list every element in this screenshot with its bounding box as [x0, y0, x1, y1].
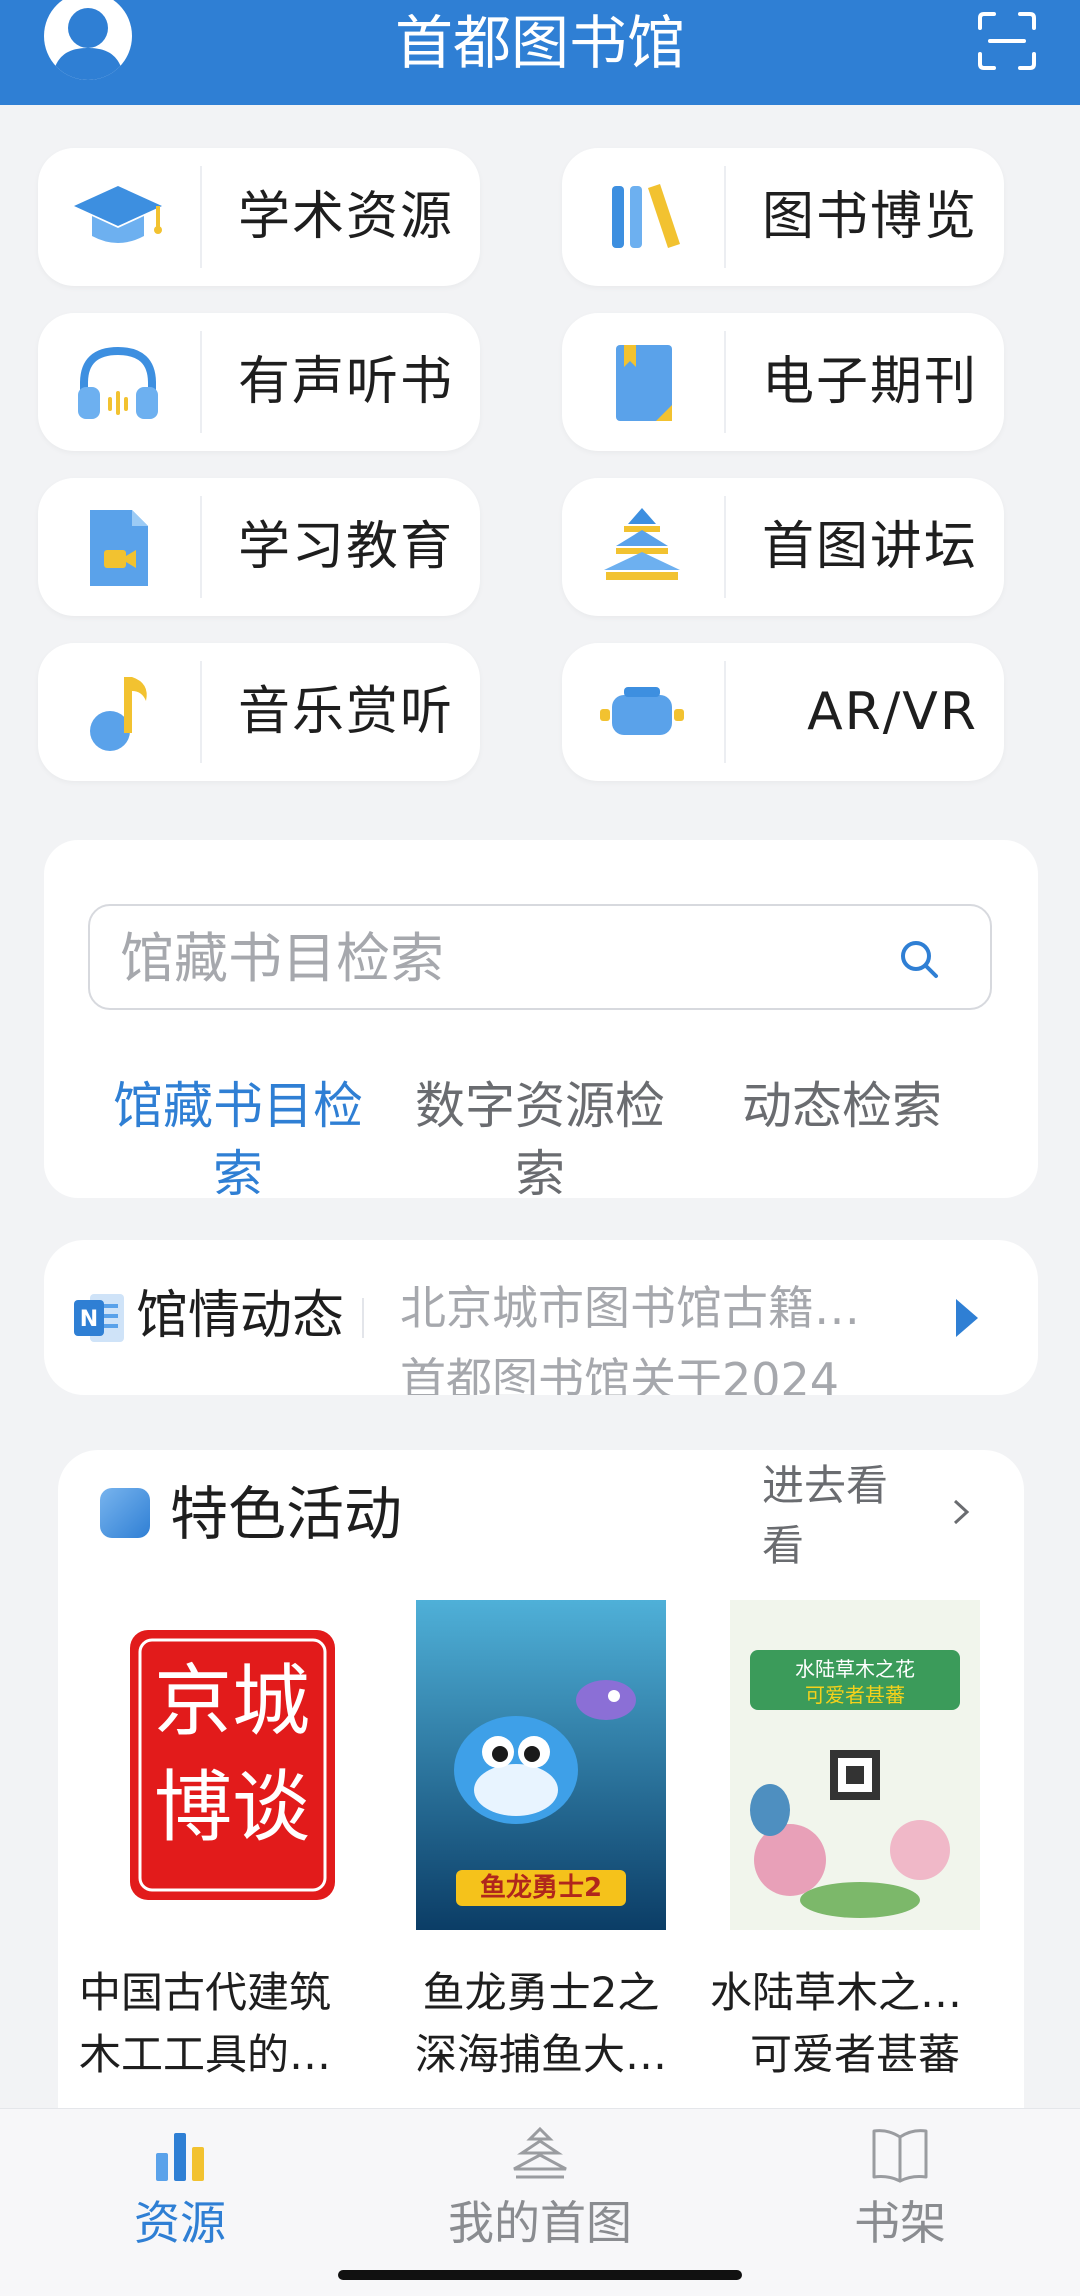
- section-marker-icon: [100, 1488, 150, 1538]
- tile-label: 学术资源: [237, 187, 454, 247]
- tab-label-line1: 数字资源检: [415, 1077, 665, 1135]
- journal-icon: [616, 345, 672, 421]
- news-item[interactable]: 北京城市图书馆古籍…: [400, 1278, 960, 1338]
- tile-library-forum[interactable]: 首图讲坛: [562, 478, 1004, 616]
- chevron-right-icon[interactable]: [952, 1498, 970, 1526]
- tab-label-line2: 索: [515, 1145, 565, 1203]
- tile-divider: [724, 331, 726, 433]
- video-file-icon: [90, 510, 148, 586]
- news-title: 馆情动态: [136, 1286, 345, 1346]
- activity-caption-3[interactable]: 水陆草木之花， 可爱者甚蕃: [710, 1962, 1000, 2086]
- tile-divider: [724, 166, 726, 268]
- caption-line1: 中国古代建筑: [78, 1968, 331, 2017]
- news-divider: [362, 1298, 364, 1338]
- caption-line2: 木工工具的…: [78, 2030, 331, 2079]
- tile-divider: [200, 661, 202, 763]
- activity-caption-2[interactable]: 鱼龙勇士2之 深海捕鱼大…: [396, 1962, 686, 2086]
- activity-poster-3[interactable]: 水陆草木之花 可爱者甚蕃: [730, 1600, 980, 1930]
- tile-audiobooks[interactable]: 有声听书: [38, 313, 480, 451]
- temple-icon: [604, 508, 680, 580]
- svg-text:可爱者甚蕃: 可爱者甚蕃: [805, 1683, 905, 1707]
- tab-dynamic-search[interactable]: 动态检索: [692, 1072, 992, 1140]
- search-card: 馆藏书目检 索 数字资源检 索 动态检索: [44, 840, 1038, 1203]
- vr-headset-icon: [600, 687, 684, 735]
- news-icon: N: [74, 1294, 124, 1342]
- search-box: [88, 904, 992, 1010]
- tile-divider: [200, 496, 202, 598]
- tile-ar-vr[interactable]: AR/VR: [562, 643, 1004, 781]
- tile-ejournals[interactable]: 电子期刊: [562, 313, 1004, 451]
- books-icon: [612, 184, 680, 248]
- tile-label: 首图讲坛: [761, 517, 978, 577]
- bottom-tab-bar: 资源 我的首图 书架: [0, 2108, 1080, 2296]
- scan-icon[interactable]: [976, 10, 1038, 72]
- headphones-icon: [78, 346, 158, 419]
- news-item[interactable]: 首都图书馆关于2024: [400, 1350, 960, 1395]
- tab-label: 书架: [854, 2196, 946, 2250]
- search-icon[interactable]: [898, 938, 940, 980]
- temple-icon: [513, 2126, 567, 2179]
- search-input[interactable]: [118, 906, 902, 1010]
- section-title: 特色活动: [170, 1480, 403, 1548]
- tile-divider: [200, 331, 202, 433]
- caption-line2: 深海捕鱼大…: [414, 2030, 667, 2079]
- see-more-line2: 看: [762, 1521, 805, 1570]
- tab-label-line1: 馆藏书目检: [113, 1077, 363, 1135]
- poster-text-line2: 博谈: [154, 1763, 310, 1853]
- tab-bookshelf[interactable]: 书架: [720, 2109, 1080, 2296]
- tile-music-listening[interactable]: 音乐赏听: [38, 643, 480, 781]
- poster-text-line1: 京城: [154, 1657, 310, 1747]
- tile-learning-education[interactable]: 学习教育: [38, 478, 480, 616]
- caption-line1: 鱼龙勇士2之: [422, 1968, 660, 2017]
- tile-label: 图书博览: [761, 187, 978, 247]
- tab-label-line2: 索: [213, 1145, 263, 1203]
- tab-label: 资源: [134, 2196, 226, 2250]
- activity-caption-1[interactable]: 中国古代建筑 木工工具的…: [60, 1962, 350, 2086]
- see-more-link[interactable]: 进去看 看: [762, 1456, 912, 1576]
- tile-academic-resources[interactable]: 学术资源: [38, 148, 480, 286]
- tab-label: 我的首图: [448, 2196, 632, 2250]
- svg-text:鱼龙勇士2: 鱼龙勇士2: [480, 1873, 602, 1903]
- news-ticker[interactable]: N 馆情动态 北京城市图书馆古籍… 首都图书馆关于2024: [44, 1240, 1038, 1395]
- graduation-cap-icon: [74, 186, 162, 243]
- tile-label: 音乐赏听: [237, 682, 454, 742]
- tab-resources[interactable]: 资源: [0, 2109, 360, 2296]
- svg-text:水陆草木之花: 水陆草木之花: [795, 1657, 915, 1681]
- book-icon: [872, 2129, 928, 2183]
- home-indicator: [338, 2270, 742, 2280]
- tile-label: 电子期刊: [761, 352, 978, 412]
- music-note-icon: [90, 677, 147, 751]
- tile-divider: [724, 496, 726, 598]
- tab-digital-resource-search[interactable]: 数字资源检 索: [390, 1072, 690, 1208]
- svg-text:N: N: [80, 1307, 98, 1332]
- tile-label: 学习教育: [237, 517, 454, 577]
- caption-line1: 水陆草木之花，: [710, 1968, 1000, 2017]
- see-more-line1: 进去看: [762, 1461, 889, 1510]
- tile-divider: [724, 661, 726, 763]
- tile-label: AR/VR: [807, 682, 978, 742]
- tab-my-library[interactable]: 我的首图: [360, 2109, 720, 2296]
- tile-divider: [200, 166, 202, 268]
- tab-label-line1: 动态检索: [742, 1077, 942, 1135]
- activity-poster-2[interactable]: 鱼龙勇士2: [416, 1600, 666, 1930]
- app-header: 首都图书馆: [0, 0, 1080, 105]
- featured-activities: 特色活动 进去看 看 京城 博谈 鱼龙勇士2 水陆草木之花 可爱者甚蕃 中国古代…: [58, 1450, 1024, 2150]
- tile-label: 有声听书: [237, 352, 454, 412]
- tab-catalog-search[interactable]: 馆藏书目检 索: [88, 1072, 388, 1208]
- bar-chart-icon: [156, 2133, 204, 2181]
- play-arrow-icon[interactable]: [952, 1295, 982, 1341]
- caption-line2: 可爱者甚蕃: [749, 2030, 960, 2079]
- activity-poster-1[interactable]: 京城 博谈: [100, 1600, 350, 1930]
- tile-book-expo[interactable]: 图书博览: [562, 148, 1004, 286]
- page-title: 首都图书馆: [394, 9, 685, 77]
